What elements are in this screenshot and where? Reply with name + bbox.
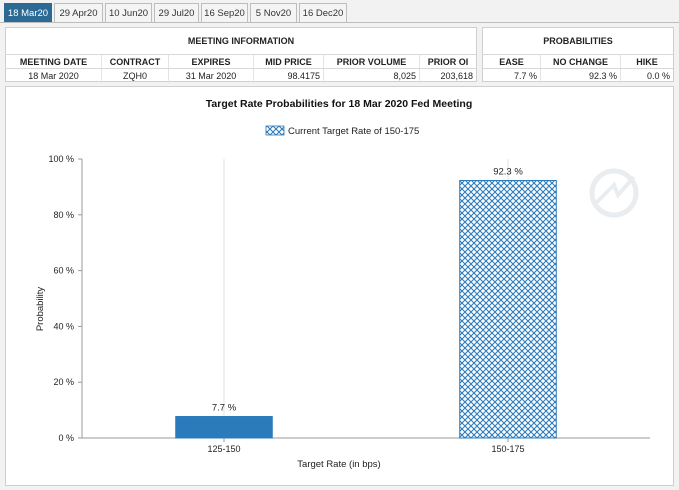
prior-volume-value: 8,025 bbox=[323, 68, 420, 83]
tab-16-sep20[interactable]: 16 Sep20 bbox=[201, 3, 248, 22]
meeting-date-value: 18 Mar 2020 bbox=[6, 68, 102, 83]
y-tick-label: 80 % bbox=[53, 210, 74, 220]
col-ease: EASE bbox=[483, 54, 541, 69]
col-no-change: NO CHANGE bbox=[540, 54, 621, 69]
mid-price-value: 98.4175 bbox=[253, 68, 324, 83]
y-tick-label: 40 % bbox=[53, 321, 74, 331]
tab-29-apr20[interactable]: 29 Apr20 bbox=[54, 3, 103, 22]
probability-chart: Target Rate Probabilities for 18 Mar 202… bbox=[35, 98, 650, 470]
ease-value: 7.7 % bbox=[483, 68, 541, 83]
y-axis-label: Probability bbox=[35, 287, 46, 332]
meeting-info-panel: MEETING INFORMATION MEETING DATE CONTRAC… bbox=[5, 27, 477, 83]
bar-value-label: 7.7 % bbox=[212, 403, 237, 414]
tab-16-dec20[interactable]: 16 Dec20 bbox=[299, 3, 347, 22]
contract-value: ZQH0 bbox=[101, 68, 169, 83]
col-contract: CONTRACT bbox=[101, 54, 169, 69]
tab-29-jul20[interactable]: 29 Jul20 bbox=[154, 3, 199, 22]
probabilities-title: PROBABILITIES bbox=[483, 28, 673, 55]
probabilities-panel: PROBABILITIES EASE NO CHANGE HIKE 7.7 % … bbox=[482, 27, 674, 83]
y-tick-label: 0 % bbox=[58, 433, 74, 443]
x-axis-label: Target Rate (in bps) bbox=[297, 459, 380, 470]
tab-18-mar20[interactable]: 18 Mar20 bbox=[4, 3, 52, 22]
col-mid-price: MID PRICE bbox=[253, 54, 324, 69]
bar-125-150[interactable] bbox=[175, 416, 273, 439]
no-change-value: 92.3 % bbox=[540, 68, 621, 83]
watermark-logo-icon bbox=[589, 168, 639, 218]
meeting-info-title: MEETING INFORMATION bbox=[6, 28, 476, 55]
legend-swatch bbox=[265, 125, 285, 136]
tab-5-nov20[interactable]: 5 Nov20 bbox=[250, 3, 297, 22]
tab-10-jun20[interactable]: 10 Jun20 bbox=[105, 3, 152, 22]
expires-value: 31 Mar 2020 bbox=[168, 68, 254, 83]
y-tick-label: 20 % bbox=[53, 377, 74, 387]
col-hike: HIKE bbox=[620, 54, 673, 69]
x-tick-label: 150-175 bbox=[491, 444, 524, 454]
col-prior-volume: PRIOR VOLUME bbox=[323, 54, 420, 69]
prior-oi-value: 203,618 bbox=[440, 71, 473, 81]
bar-value-label: 92.3 % bbox=[493, 166, 523, 177]
bar-150-175[interactable] bbox=[459, 179, 557, 439]
legend-label: Current Target Rate of 150-175 bbox=[288, 126, 419, 137]
y-tick-label: 100 % bbox=[48, 154, 74, 164]
col-meeting-date: MEETING DATE bbox=[6, 54, 102, 69]
col-expires: EXPIRES bbox=[168, 54, 254, 69]
x-tick-label: 125-150 bbox=[207, 444, 240, 454]
chart-title: Target Rate Probabilities for 18 Mar 202… bbox=[206, 98, 472, 110]
col-prior-oi: PRIOR OI bbox=[419, 54, 476, 69]
tab-underline bbox=[0, 22, 679, 23]
y-tick-label: 60 % bbox=[53, 266, 74, 276]
hike-value: 0.0 % bbox=[646, 71, 670, 81]
chart-panel: Target Rate Probabilities for 18 Mar 202… bbox=[5, 86, 674, 486]
